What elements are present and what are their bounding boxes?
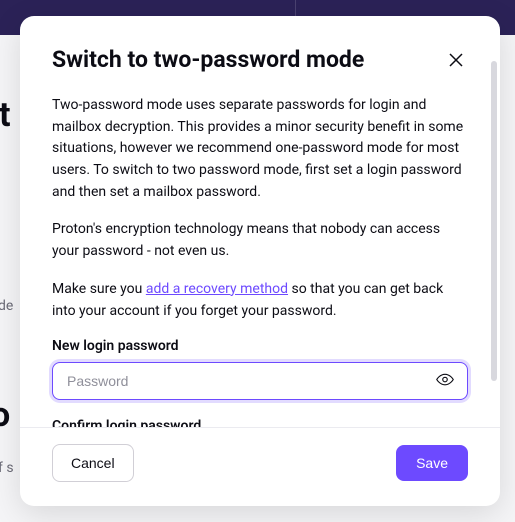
- new-password-input[interactable]: [52, 362, 468, 400]
- add-recovery-link[interactable]: add a recovery method: [146, 281, 288, 297]
- bg-heading-fragment-2: to: [0, 395, 10, 435]
- confirm-password-label: Confirm login password: [52, 418, 468, 427]
- eye-icon: [436, 377, 454, 392]
- modal-header: Switch to two-password mode: [52, 46, 468, 75]
- bg-text-fragment: ode: [0, 298, 13, 314]
- two-password-modal: Switch to two-password mode Two-password…: [20, 16, 500, 506]
- toggle-password-visibility[interactable]: [432, 367, 458, 396]
- modal-body: Two-password mode uses separate password…: [52, 95, 468, 427]
- description-paragraph-2: Proton's encryption technology means tha…: [52, 219, 468, 262]
- description-paragraph-3: Make sure you add a recovery method so t…: [52, 279, 468, 322]
- save-button[interactable]: Save: [396, 445, 468, 481]
- cancel-button[interactable]: Cancel: [52, 444, 134, 482]
- modal-title: Switch to two-password mode: [52, 46, 364, 74]
- bg-heading-fragment: nt: [0, 95, 11, 135]
- modal-content: Switch to two-password mode Two-password…: [20, 16, 500, 427]
- close-button[interactable]: [444, 48, 468, 75]
- new-password-label: New login password: [52, 338, 468, 354]
- close-icon: [448, 56, 464, 71]
- modal-footer: Cancel Save: [20, 427, 500, 506]
- bg-text-fragment-2: of s: [0, 460, 14, 476]
- new-password-field-wrap: [52, 362, 468, 400]
- p3-prefix: Make sure you: [52, 281, 146, 297]
- scrollbar-thumb[interactable]: [491, 61, 497, 381]
- description-paragraph-1: Two-password mode uses separate password…: [52, 95, 468, 203]
